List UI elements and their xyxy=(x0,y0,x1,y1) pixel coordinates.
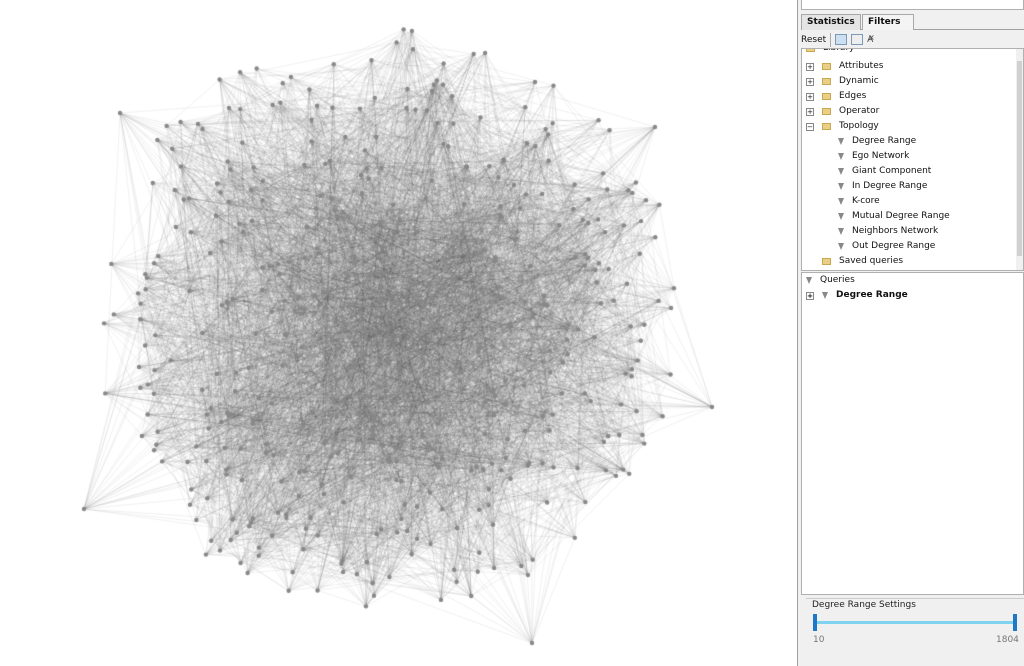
folder-icon xyxy=(822,258,831,265)
tree-item-ego-network[interactable]: Ego Network xyxy=(822,149,909,164)
tab-statistics[interactable]: Statistics xyxy=(801,14,861,30)
tree-item-topology[interactable]: − Topology xyxy=(806,119,879,134)
folder-icon xyxy=(822,93,831,100)
auto-refresh-icon[interactable]: A xyxy=(867,35,873,45)
tree-scrollbar[interactable] xyxy=(1016,49,1023,270)
tree-item-giant-component[interactable]: Giant Component xyxy=(822,164,931,179)
tree-item-edges[interactable]: + Edges xyxy=(806,89,866,104)
expand-icon[interactable]: + xyxy=(806,77,814,86)
funnel-icon xyxy=(838,243,844,250)
funnel-icon xyxy=(838,153,844,160)
max-value: 1804 xyxy=(996,635,1019,645)
reset-button[interactable]: Reset xyxy=(801,35,826,45)
expand-icon[interactable]: + xyxy=(806,92,814,101)
funnel-icon xyxy=(838,138,844,145)
scrollbar-thumb[interactable] xyxy=(1017,61,1022,256)
tree-library[interactable]: Library xyxy=(806,49,854,56)
tree-item-operator[interactable]: + Operator xyxy=(806,104,879,119)
divider xyxy=(830,32,832,47)
folder-icon xyxy=(806,49,815,52)
query-item[interactable]: + Degree Range xyxy=(806,288,908,303)
filter-panel-icon[interactable] xyxy=(835,34,848,45)
expand-icon[interactable]: + xyxy=(806,62,814,71)
tree-item-in-degree-range[interactable]: In Degree Range xyxy=(822,179,927,194)
tree-item-mutual-degree-range[interactable]: Mutual Degree Range xyxy=(822,209,950,224)
expand-icon[interactable]: + xyxy=(806,291,814,300)
filters-toolbar: Reset A xyxy=(801,31,1024,48)
range-slider[interactable] xyxy=(815,621,1015,624)
filter-library-tree: Library + Attributes + Dynamic + Edges + Operat… xyxy=(801,48,1024,271)
select-icon[interactable] xyxy=(851,34,864,45)
folder-icon xyxy=(822,78,831,85)
funnel-icon xyxy=(838,213,844,220)
funnel-icon xyxy=(806,277,812,284)
min-value: 10 xyxy=(813,635,825,645)
degree-range-settings: Degree Range Settings 10 1804 xyxy=(806,598,1024,666)
queries-panel: Queries + Degree Range xyxy=(801,272,1024,595)
funnel-icon xyxy=(838,198,844,205)
funnel-icon xyxy=(838,168,844,175)
tree-item-neighbors-network[interactable]: Neighbors Network xyxy=(822,224,938,239)
tree-item-dynamic[interactable]: + Dynamic xyxy=(806,74,879,89)
folder-icon xyxy=(822,108,831,115)
settings-title: Degree Range Settings xyxy=(812,600,916,610)
graph-canvas[interactable] xyxy=(0,0,795,666)
folder-icon xyxy=(822,123,831,130)
funnel-icon xyxy=(838,228,844,235)
tree-item-k-core[interactable]: K-core xyxy=(822,194,880,209)
top-panel xyxy=(801,0,1024,10)
folder-icon xyxy=(822,63,831,70)
tree-item-degree-range[interactable]: Degree Range xyxy=(822,134,916,149)
tree-item-saved-queries[interactable]: Saved queries xyxy=(806,254,903,269)
funnel-icon xyxy=(822,292,828,299)
filters-panel: Statistics Filters × Reset A Library + At… xyxy=(797,0,1024,666)
tree-item-attributes[interactable]: + Attributes xyxy=(806,59,883,74)
queries-header: Queries xyxy=(806,273,855,288)
funnel-icon xyxy=(838,183,844,190)
slider-min-handle[interactable] xyxy=(813,614,817,631)
expand-icon[interactable]: + xyxy=(806,107,814,116)
tab-bar: Statistics Filters × xyxy=(801,14,1024,42)
slider-max-handle[interactable] xyxy=(1013,614,1017,631)
tree-item-out-degree-range[interactable]: Out Degree Range xyxy=(822,239,935,254)
tab-filters[interactable]: Filters × xyxy=(862,14,914,42)
expand-icon[interactable]: − xyxy=(806,122,814,131)
